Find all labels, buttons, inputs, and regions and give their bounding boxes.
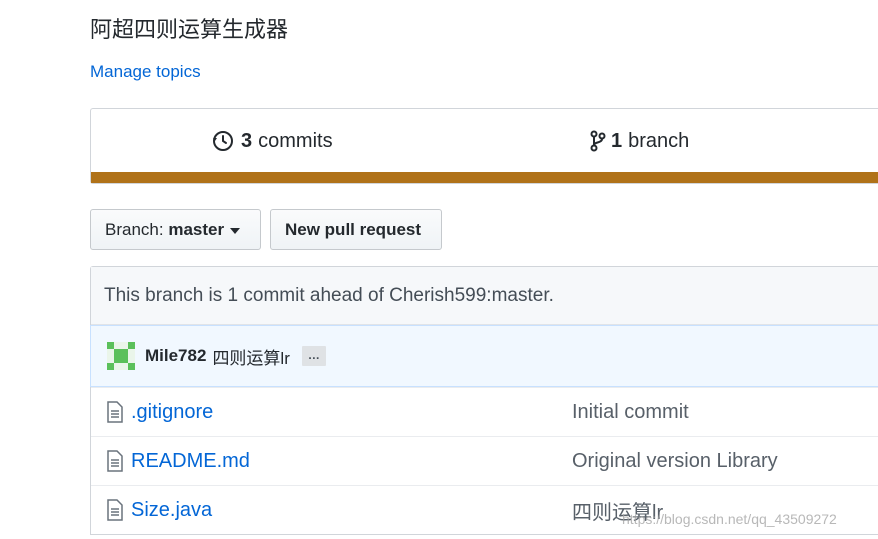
commits-count: 3 [241,129,253,152]
commit-author[interactable]: Mile782 [145,346,206,366]
branch-label: Branch: [105,219,164,239]
branch-value: master [168,219,225,239]
repo-description: 阿超四则运算生成器 [90,17,289,42]
file-row: README.md Original version Library [91,436,878,485]
repo-summary: 3 commits 1 branch [90,108,878,184]
branches-count: 1 [611,129,623,152]
file-name-link[interactable]: README.md [131,450,250,473]
latest-commit-bar: Mile782 四则运算lr … [90,325,878,387]
file-commit-message[interactable]: Original version Library [572,450,778,473]
file-icon [107,401,123,423]
branch-ahead-notice: This branch is 1 commit ahead of Cherish… [91,267,878,325]
file-icon [107,499,123,521]
file-name-link[interactable]: Size.java [131,499,212,522]
branch-icon [590,130,606,152]
file-icon [107,450,123,472]
commits-label: commits [258,129,333,152]
branches-link[interactable]: 1 branch [589,129,689,153]
commits-link[interactable]: 3 commits [211,129,333,153]
new-pull-request-button[interactable]: New pull request [270,209,442,250]
manage-topics-link[interactable]: Manage topics [90,62,201,82]
avatar[interactable] [107,342,135,370]
branch-select-button[interactable]: Branch: master [90,209,261,250]
history-icon [213,131,233,151]
watermark: https://blog.csdn.net/qq_43509272 [622,511,837,527]
commit-message[interactable]: 四则运算lr [212,344,289,369]
file-list: This branch is 1 commit ahead of Cherish… [90,266,878,535]
language-bar[interactable] [91,172,878,183]
file-commit-message[interactable]: Initial commit [572,401,689,424]
branches-label: branch [628,129,690,152]
ellipsis-button[interactable]: … [301,346,326,366]
file-row: .gitignore Initial commit [91,387,878,436]
file-name-link[interactable]: .gitignore [131,401,213,424]
chevron-down-icon [230,227,241,234]
